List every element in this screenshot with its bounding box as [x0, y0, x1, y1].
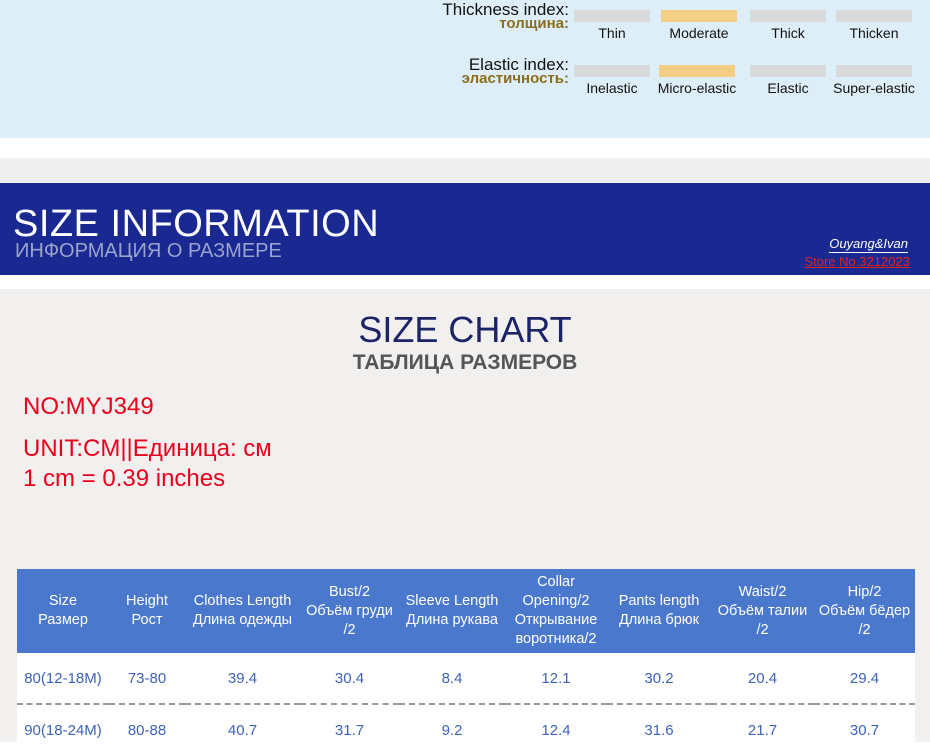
table-header-cell: Sleeve Length Длина рукава: [399, 569, 505, 653]
table-header-line: Size: [48, 593, 78, 609]
table-cell: 31.7: [300, 704, 399, 755]
table-header-line: Объём талии: [717, 602, 808, 619]
table-cell: 30.7: [814, 704, 915, 755]
banner-subtitle: ИНФОРМАЦИЯ О РАЗМЕРЕ: [15, 240, 282, 262]
unit-label: UNIT:CM||Единица: см: [23, 435, 272, 462]
elastic-label-ru: эластичность:: [461, 70, 569, 87]
table-cell: 30.2: [607, 653, 711, 705]
table-cell: 8.4: [399, 653, 505, 705]
table-header-line: /2: [756, 621, 769, 638]
table-cell: 30.4: [300, 653, 399, 705]
table-header-cell: Clothes Length Длина одежды: [185, 569, 300, 653]
thickness-option-thick: Thick: [750, 10, 826, 41]
table-header-line: Pants length: [618, 593, 700, 609]
section-divider: [0, 158, 930, 183]
store-number-link[interactable]: Store No.3212023: [804, 254, 910, 269]
table-header-cell: Bust/2 Объём груди/2: [300, 569, 399, 653]
chart-title: SIZE CHART: [358, 309, 572, 350]
table-header-line: /2: [343, 621, 356, 638]
table-header-cell: Waist/2 Объём талии/2: [711, 569, 814, 653]
elastic-option-elastic: Elastic: [750, 65, 826, 96]
brand-name: Ouyang&Ivan: [829, 236, 908, 253]
model-number: NO:MYJ349: [23, 393, 154, 420]
size-information-banner: SIZE INFORMATION ИНФОРМАЦИЯ О РАЗМЕРЕ Ou…: [0, 183, 930, 275]
table-cell: 29.4: [814, 653, 915, 705]
elastic-option-super-elastic: Super-elastic: [829, 65, 919, 96]
table-header-line: Длина брюк: [618, 612, 700, 628]
thickness-option-thin: Thin: [574, 10, 650, 41]
table-header-line: Длина одежды: [192, 612, 293, 628]
elastic-index-row: Elastic index: эластичность: Inelastic M…: [0, 55, 930, 105]
table-header-line: Bust/2: [328, 583, 371, 600]
table-header-line: Размер: [38, 612, 88, 628]
thickness-label-ru: толщина:: [499, 15, 569, 32]
table-header-line: Объём бёдер: [818, 602, 911, 619]
table-header-row: Size Размер Height Рост Clothes Length Длина …: [17, 569, 915, 653]
elastic-option-micro-elastic: Micro-elastic: [654, 65, 740, 96]
table-cell: 9.2: [399, 704, 505, 755]
unit-conversion: 1 cm = 0.39 inches: [23, 465, 226, 492]
table-header-line: Waist/2: [738, 583, 787, 600]
table-cell: 39.4: [185, 653, 300, 705]
table-header-line: /2: [858, 621, 871, 638]
table-header-line: Opening/2: [522, 593, 590, 609]
chart-subtitle: ТАБЛИЦА РАЗМЕРОВ: [352, 351, 578, 374]
table-cell: 31.6: [607, 704, 711, 755]
thickness-index-row: Thickness index: толщина: Thin Moderate …: [0, 0, 930, 50]
table-header-line: Height: [126, 593, 168, 609]
table-header-line: Collar: [537, 574, 575, 590]
table-header-cell: Pants length Длина брюк: [607, 569, 711, 653]
table-cell: 40.7: [185, 704, 300, 755]
thickness-option-moderate: Moderate: [661, 10, 737, 41]
table-cell: 20.4: [711, 653, 814, 705]
table-header-line: Clothes Length: [193, 593, 292, 609]
fabric-index-panel: Thickness index: толщина: Thin Moderate …: [0, 0, 930, 138]
table-row: 90(18-24M) 80-88 40.7 31.7 9.2 12.4 31.6 21.7 30…: [17, 704, 915, 755]
table-header-cell: Collar Opening/2 Открывание воротника/2: [505, 569, 607, 653]
table-header-cell: Hip/2 Объём бёдер/2: [814, 569, 915, 653]
table-cell: 12.1: [505, 653, 607, 705]
size-table: Size Размер Height Рост Clothes Length Длина …: [17, 569, 915, 755]
table-header-cell: Size Размер: [17, 569, 109, 653]
table-cell: 73-80: [109, 653, 185, 705]
table-cell: 21.7: [711, 704, 814, 755]
table-cell: 12.4: [505, 704, 607, 755]
table-header-line: Длина рукава: [406, 612, 498, 628]
thickness-option-thicken: Thicken: [836, 10, 912, 41]
size-table-section: Size Размер Height Рост Clothes Length Длина …: [0, 547, 930, 755]
table-cell: 80(12-18M): [17, 653, 109, 705]
table-header-line: Рост: [131, 612, 163, 628]
table-cell: 80-88: [109, 704, 185, 755]
elastic-option-inelastic: Inelastic: [572, 65, 652, 96]
size-chart-section: SIZE CHART ТАБЛИЦА РАЗМЕРОВ NO:MYJ349 UN…: [0, 289, 930, 547]
table-header-line: Sleeve Length: [405, 593, 499, 609]
table-header-line: Объём груди: [306, 602, 393, 619]
table-row: 80(12-18M) 73-80 39.4 30.4 8.4 12.1 30.2 20.4 29…: [17, 653, 915, 705]
table-header-line: воротника/2: [515, 631, 597, 647]
table-cell: 90(18-24M): [17, 704, 109, 755]
table-header-line: Открывание: [514, 612, 598, 628]
table-header-cell: Height Рост: [109, 569, 185, 653]
table-header-line: Hip/2: [847, 583, 882, 600]
